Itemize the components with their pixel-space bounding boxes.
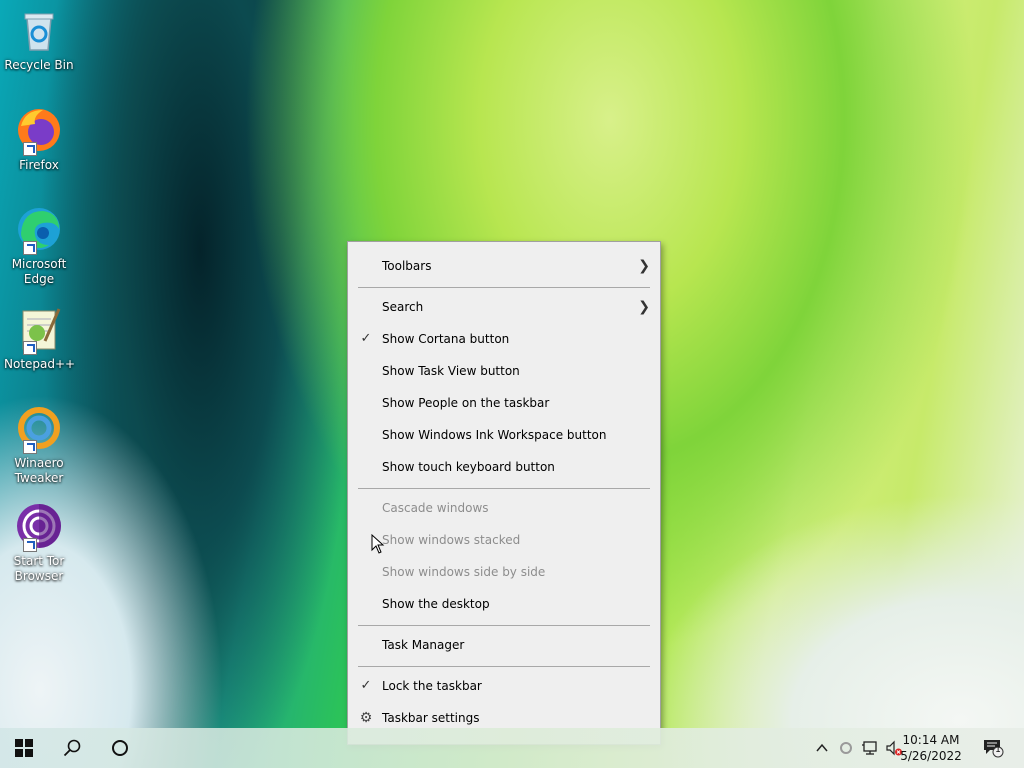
menu-separator <box>358 287 650 288</box>
winaero-tweaker-icon <box>15 404 63 454</box>
search-button[interactable] <box>48 728 96 768</box>
menu-item-search[interactable]: Search ❯ <box>348 291 660 323</box>
menu-item-show-people[interactable]: Show People on the taskbar <box>348 387 660 419</box>
shortcut-arrow-icon <box>23 341 37 355</box>
tor-browser-icon <box>15 502 63 552</box>
shortcut-arrow-icon <box>23 538 37 552</box>
chevron-right-icon: ❯ <box>638 258 650 274</box>
desktop-icon-label-line2: Edge <box>23 272 55 286</box>
desktop-icon-firefox[interactable]: Firefox <box>4 106 74 173</box>
desktop-icon-label-line1: Winaero <box>14 456 64 470</box>
desktop-icon-notepad-plus-plus[interactable]: Notepad++ <box>4 305 76 372</box>
menu-item-label: Lock the taskbar <box>382 679 482 693</box>
menu-item-label: Task Manager <box>382 638 465 652</box>
menu-item-label: Show Task View button <box>382 364 520 378</box>
menu-item-label: Show Windows Ink Workspace button <box>382 428 607 442</box>
chevron-up-icon <box>816 743 828 752</box>
chevron-right-icon: ❯ <box>638 299 650 315</box>
menu-item-lock-the-taskbar[interactable]: ✓ Lock the taskbar <box>348 670 660 702</box>
menu-item-show-touch-keyboard[interactable]: Show touch keyboard button <box>348 451 660 483</box>
menu-item-label: Show touch keyboard button <box>382 460 555 474</box>
menu-separator <box>358 625 650 626</box>
menu-separator <box>358 666 650 667</box>
checkmark-icon: ✓ <box>360 678 372 693</box>
desktop-icon-label-line2: Tweaker <box>14 471 64 485</box>
notification-count: 1 <box>995 745 1001 755</box>
network-button[interactable] <box>861 739 879 757</box>
menu-item-show-task-view-button[interactable]: Show Task View button <box>348 355 660 387</box>
desktop-icon-winaero-tweaker[interactable]: Winaero Tweaker <box>4 404 74 486</box>
desktop-icon-edge[interactable]: Microsoft Edge <box>4 205 74 287</box>
menu-item-cascade-windows: Cascade windows <box>348 492 660 524</box>
desktop-icon-label-line1: Start Tor <box>13 554 65 568</box>
menu-item-label: Search <box>382 300 424 314</box>
desktop-icon-tor-browser[interactable]: Start Tor Browser <box>4 502 74 584</box>
shortcut-arrow-icon <box>23 440 37 454</box>
shortcut-arrow-icon <box>23 142 37 156</box>
clock-date: 5/26/2022 <box>900 749 962 763</box>
checkmark-icon: ✓ <box>360 331 372 346</box>
clock[interactable]: 10:14 AM 5/26/2022 <box>896 732 966 764</box>
windows-logo-icon <box>15 739 33 757</box>
search-icon <box>63 739 81 757</box>
menu-item-label: Cascade windows <box>382 501 489 515</box>
menu-item-toolbars[interactable]: Toolbars ❯ <box>348 250 660 282</box>
tray-status-icon[interactable] <box>838 739 854 757</box>
menu-item-show-windows-stacked: Show windows stacked <box>348 524 660 556</box>
shortcut-arrow-icon <box>23 241 37 255</box>
menu-item-label: Show the desktop <box>382 597 490 611</box>
menu-item-label: Show Cortana button <box>382 332 510 346</box>
taskbar: 10:14 AM 5/26/2022 1 <box>0 728 1024 768</box>
start-button[interactable] <box>0 728 48 768</box>
desktop-icon-label: Recycle Bin <box>4 58 74 72</box>
action-center-button[interactable]: 1 <box>982 738 1004 758</box>
menu-separator <box>358 488 650 489</box>
menu-item-label: Show People on the taskbar <box>382 396 550 410</box>
menu-item-show-ink-workspace[interactable]: Show Windows Ink Workspace button <box>348 419 660 451</box>
taskbar-context-menu: Toolbars ❯ Search ❯ ✓ Show Cortana butto… <box>347 241 661 745</box>
desktop-icon-label: Firefox <box>19 158 59 172</box>
ring-icon <box>840 742 852 754</box>
desktop-icon-label-line2: Browser <box>14 569 64 583</box>
desktop-icon-label: Notepad++ <box>4 357 76 371</box>
recycle-bin-icon <box>15 6 63 54</box>
network-icon <box>862 741 877 755</box>
menu-item-label: Toolbars <box>382 259 432 273</box>
menu-item-label: Show windows side by side <box>382 565 546 579</box>
clock-time: 10:14 AM <box>902 733 960 747</box>
menu-item-show-windows-side-by-side: Show windows side by side <box>348 556 660 588</box>
menu-item-task-manager[interactable]: Task Manager <box>348 629 660 661</box>
menu-item-show-the-desktop[interactable]: Show the desktop <box>348 588 660 620</box>
edge-icon <box>15 205 63 255</box>
firefox-icon <box>15 106 63 156</box>
menu-item-label: Show windows stacked <box>382 533 521 547</box>
desktop-icon-recycle-bin[interactable]: Recycle Bin <box>4 6 74 73</box>
desktop-icon-label-line1: Microsoft <box>11 257 67 271</box>
notepad-plus-plus-icon <box>15 305 63 355</box>
menu-item-show-cortana-button[interactable]: ✓ Show Cortana button <box>348 323 660 355</box>
cortana-button[interactable] <box>96 728 144 768</box>
cortana-icon <box>112 740 128 756</box>
show-hidden-icons-button[interactable] <box>815 739 829 757</box>
